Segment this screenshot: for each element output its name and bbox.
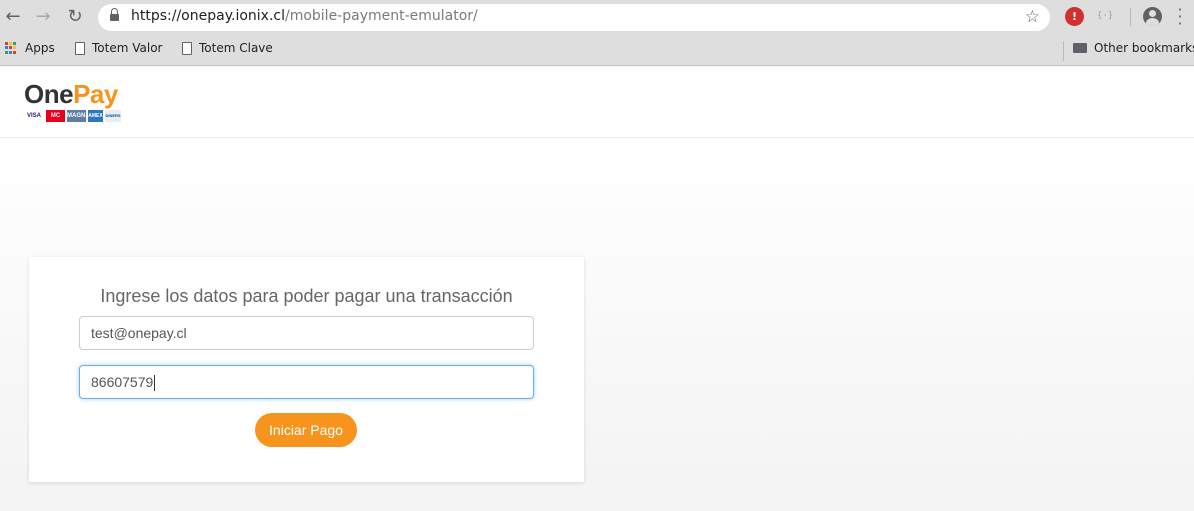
address-bar[interactable]: https://onepay.ionix.cl/mobile-payment-e… (98, 4, 1050, 31)
apps-grid-icon (5, 41, 18, 55)
bookmark-apps[interactable]: Apps (5, 41, 55, 55)
folder-icon (1073, 43, 1087, 53)
email-value: test@onepay.cl (91, 325, 187, 341)
profile-avatar-icon[interactable] (1143, 7, 1162, 26)
bookmarks-divider (1063, 41, 1064, 61)
bookmarks-bar: Apps Totem Valor Totem Clave Other bookm… (0, 35, 1194, 66)
magna-card-icon: MAGNA (67, 110, 90, 122)
url-host: https://onepay.ionix.cl (131, 8, 285, 24)
email-field[interactable]: test@onepay.cl (79, 316, 534, 350)
lock-icon (110, 8, 119, 23)
card-brands: VISA MC MAGNA AMEX DINERS (24, 110, 121, 122)
text-caret (154, 375, 156, 392)
bookmark-star-icon[interactable]: ☆ (1025, 7, 1040, 27)
kebab-menu-icon[interactable]: · · · (1177, 2, 1183, 32)
url-path: /mobile-payment-emulator/ (284, 8, 478, 24)
visa-card-icon: VISA (24, 110, 44, 122)
bookmark-label: Totem Valor (92, 41, 163, 55)
bookmark-totem-clave[interactable]: Totem Clave (182, 41, 273, 55)
diners-card-icon: DINERS (105, 110, 121, 122)
page-icon (182, 41, 192, 55)
bookmark-label: Totem Clave (199, 41, 273, 55)
iniciar-pago-button[interactable]: Iniciar Pago (255, 413, 357, 447)
amex-card-icon: AMEX (88, 110, 103, 122)
bookmark-totem-valor[interactable]: Totem Valor (75, 41, 162, 55)
extension-json-icon[interactable]: {·} (1097, 11, 1113, 21)
back-arrow-icon[interactable]: ← (2, 6, 24, 28)
other-bookmarks-label: Other bookmarks (1094, 41, 1194, 55)
toolbar-divider (1130, 8, 1131, 26)
phone-value: 86607579 (91, 374, 154, 390)
logo-one: One (24, 79, 74, 109)
page-icon (75, 41, 85, 55)
main-content: Ingrese los datos para poder pagar una t… (0, 138, 1194, 511)
payment-form-panel: Ingrese los datos para poder pagar una t… (29, 257, 584, 482)
browser-toolbar: ← → ↻ https://onepay.ionix.cl/mobile-pay… (0, 0, 1194, 35)
mastercard-card-icon: MC (46, 110, 65, 122)
extension-red-icon[interactable]: ! (1065, 7, 1084, 26)
bookmark-label: Apps (25, 41, 55, 55)
logo-pay: Pay (73, 79, 118, 109)
onepay-logo[interactable]: OnePay VISA MC MAGNA AMEX DINERS (24, 79, 121, 122)
form-title: Ingrese los datos para poder pagar una t… (100, 286, 513, 306)
forward-arrow-icon[interactable]: → (32, 6, 54, 28)
other-bookmarks[interactable]: Other bookmarks (1073, 41, 1194, 55)
page-header: OnePay VISA MC MAGNA AMEX DINERS (0, 67, 1194, 138)
url-text[interactable]: https://onepay.ionix.cl/mobile-payment-e… (131, 8, 478, 24)
phone-field[interactable]: 86607579 (79, 365, 534, 399)
reload-icon[interactable]: ↻ (64, 6, 86, 28)
